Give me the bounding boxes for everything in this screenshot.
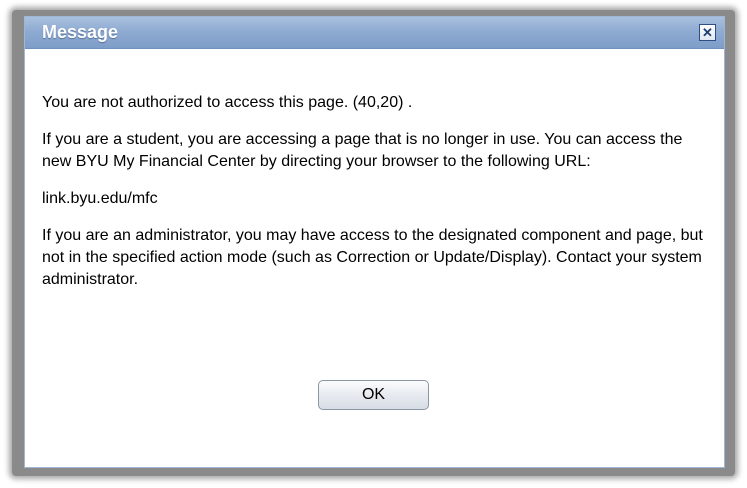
dialog-title: Message: [42, 22, 119, 42]
dialog-titlebar[interactable]: Message ✕: [25, 17, 724, 49]
close-button[interactable]: ✕: [699, 24, 716, 41]
message-line-unauthorized: You are not authorized to access this pa…: [42, 94, 413, 111]
message-dialog: Message ✕ You are not authorized to acce…: [24, 16, 725, 468]
message-body: You are not authorized to access this pa…: [42, 92, 704, 306]
message-line-administrator: If you are an administrator, you may hav…: [42, 227, 703, 288]
message-line-url: link.byu.edu/mfc: [42, 190, 158, 207]
ok-button[interactable]: OK: [318, 380, 429, 410]
close-icon: ✕: [702, 25, 713, 40]
message-line-student: If you are a student, you are accessing …: [42, 131, 683, 170]
